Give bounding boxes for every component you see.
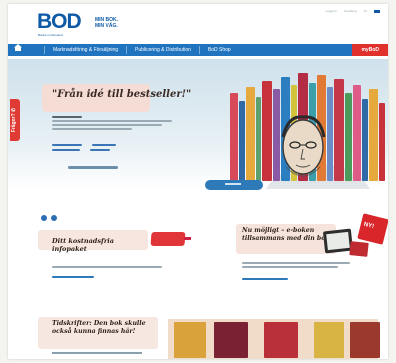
hero-headline: "Från idé till bestseller!"	[52, 89, 192, 100]
nav-mybod[interactable]: myBoD	[352, 44, 388, 56]
new-badge: NY!	[357, 213, 388, 245]
hero-link-row	[52, 144, 162, 146]
site-header: BOD Books on Demand MIN BOK. MIN VÄG. Lo…	[8, 4, 388, 40]
cart-link[interactable]: Kundkorg	[344, 9, 357, 13]
book-spine	[256, 97, 261, 181]
read-more-button[interactable]	[205, 180, 263, 190]
hero-link[interactable]	[52, 144, 82, 146]
flag-icon[interactable]	[374, 9, 380, 13]
nav-marketing[interactable]: Marknadsföring & Försäljning	[45, 44, 126, 56]
bod-logo[interactable]: BOD Books on Demand	[37, 10, 83, 40]
read-more-label	[225, 183, 241, 185]
info-pack-icon	[150, 232, 186, 246]
carousel-dot[interactable]	[41, 215, 47, 221]
main-nav: Marknadsföring & Försäljning Publicering…	[8, 44, 388, 56]
nav-publishing[interactable]: Publicering & Distribution	[127, 44, 199, 56]
hero-link-row	[52, 149, 162, 151]
book-spine	[379, 103, 385, 181]
book-spine	[246, 87, 255, 181]
text-line	[52, 128, 132, 130]
language-link[interactable]: Sv	[364, 9, 368, 13]
new-badge-label: NY!	[363, 221, 375, 231]
questions-tab[interactable]: Frågor? ✆	[10, 99, 20, 141]
book-cover[interactable]	[214, 322, 248, 358]
hero-link[interactable]	[52, 149, 80, 151]
ereader-screen	[326, 231, 350, 251]
book-spine	[362, 99, 368, 181]
home-icon	[14, 44, 22, 51]
text-line	[52, 352, 142, 354]
logo-subtitle: Books on Demand	[38, 33, 63, 37]
tagline-line-2: MIN VÄG.	[95, 23, 118, 29]
promo-right-body	[242, 262, 352, 280]
text-line	[52, 266, 162, 268]
promo-left-link[interactable]	[52, 276, 94, 278]
text-line	[242, 262, 350, 264]
ereader-icon	[322, 228, 354, 254]
utility-links: Logga in Kundkorg Sv	[320, 9, 380, 13]
text-line	[52, 116, 82, 118]
hero-cta-link[interactable]	[68, 166, 118, 169]
browser-page: BOD Books on Demand MIN BOK. MIN VÄG. Lo…	[8, 4, 388, 359]
book-icon	[349, 241, 369, 257]
book-cover[interactable]	[314, 322, 344, 358]
carousel-dot[interactable]	[51, 215, 57, 221]
text-line	[242, 266, 338, 268]
nav-home[interactable]	[8, 44, 44, 56]
promo-left-body	[52, 266, 162, 278]
carousel-dots	[41, 215, 57, 221]
text-line	[52, 120, 172, 122]
book-spine	[345, 93, 352, 181]
book-spine	[369, 89, 378, 181]
hero-link[interactable]	[92, 144, 116, 146]
book-cover[interactable]	[264, 322, 298, 358]
author-sketch-illustration	[281, 115, 326, 177]
book-cover[interactable]	[174, 322, 206, 358]
logo-text: BOD	[37, 10, 82, 33]
bottom-title: Tidskrifter: Den bok skulle också kunna …	[52, 320, 146, 335]
book-spine	[230, 93, 238, 181]
hero-link[interactable]	[90, 149, 110, 151]
tagline: MIN BOK. MIN VÄG.	[95, 17, 118, 29]
book-cover[interactable]	[350, 322, 380, 358]
login-link[interactable]: Logga in	[326, 9, 338, 13]
hero-body-text	[52, 116, 172, 132]
hero-links	[52, 144, 162, 154]
promo-left-title: Ditt kostnadsfria infopaket	[52, 237, 114, 253]
book-spine	[239, 101, 245, 181]
book-spine	[353, 85, 361, 181]
nav-shop[interactable]: BoD Shop	[200, 44, 239, 56]
promo-right-link[interactable]	[242, 278, 288, 280]
questions-tab-label: Frågor? ✆	[11, 107, 18, 133]
text-line	[52, 124, 162, 126]
